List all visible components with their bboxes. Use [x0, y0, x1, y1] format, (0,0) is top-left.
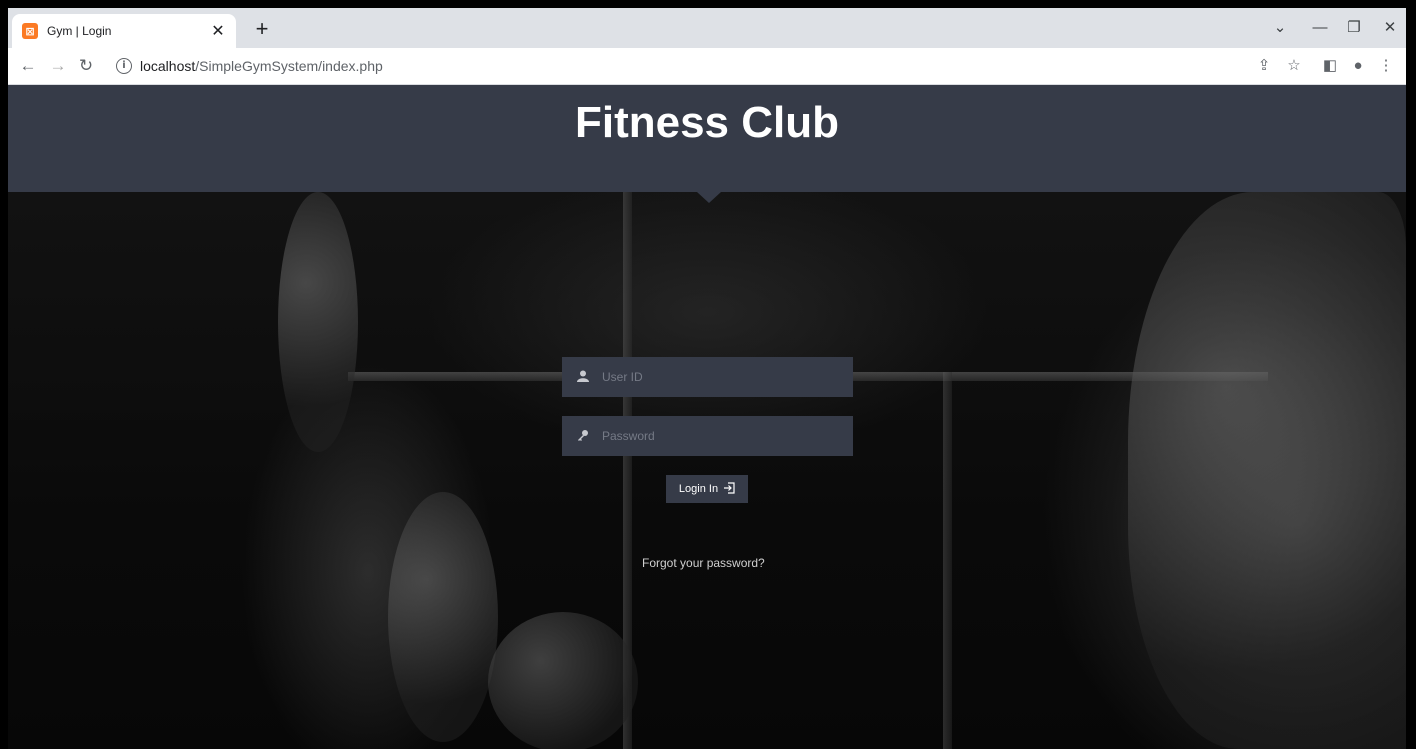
browser-toolbar: ← → ↻ i localhost/SimpleGymSystem/index.…	[8, 48, 1406, 85]
password-input[interactable]	[600, 417, 853, 455]
browser-window: ⊠ Gym | Login ✕ + ⌄ — ❐ ✕ ← → ↻ i localh…	[8, 8, 1406, 749]
login-button[interactable]: Login In	[666, 475, 748, 503]
close-tab-icon[interactable]: ✕	[208, 21, 228, 41]
site-header: Fitness Club	[8, 85, 1406, 192]
tab-search-icon[interactable]: ⌄	[1260, 14, 1300, 42]
restore-button[interactable]: ❐	[1334, 14, 1374, 42]
login-button-label: Login In	[678, 483, 719, 495]
header-notch	[697, 192, 721, 203]
tab-title: Gym | Login	[47, 24, 112, 38]
bookmark-star-icon[interactable]: ☆	[1282, 54, 1306, 78]
password-field-wrapper	[562, 416, 853, 456]
forward-icon[interactable]: →	[44, 52, 72, 80]
address-bar[interactable]: i localhost/SimpleGymSystem/index.php	[106, 52, 1248, 80]
menu-kebab-icon[interactable]: ⋮	[1374, 54, 1398, 78]
athlete-silhouette-decoration	[1128, 192, 1406, 749]
dumbbell-decoration	[488, 612, 638, 749]
login-form: Login In Forgot your password?	[562, 357, 853, 570]
xampp-icon: ⊠	[22, 23, 38, 39]
browser-tab[interactable]: ⊠ Gym | Login ✕	[12, 14, 236, 48]
back-icon[interactable]: ←	[14, 52, 42, 80]
new-tab-button[interactable]: +	[248, 16, 276, 44]
url-path: /SimpleGymSystem/index.php	[195, 58, 383, 74]
url-host: localhost	[140, 58, 196, 74]
dumbbell-decoration	[388, 492, 498, 742]
site-title: Fitness Club	[574, 97, 840, 147]
rack-post-decoration	[943, 372, 952, 749]
address-url: localhost/SimpleGymSystem/index.php	[140, 58, 383, 74]
share-icon[interactable]: ⇪	[1252, 54, 1276, 78]
user-id-field-wrapper	[562, 357, 853, 397]
user-id-input[interactable]	[600, 358, 853, 396]
user-icon	[576, 370, 590, 385]
forgot-password-link[interactable]: Forgot your password?	[642, 556, 782, 570]
tab-strip: ⊠ Gym | Login ✕ + ⌄ — ❐ ✕	[8, 8, 1406, 48]
key-icon	[576, 429, 590, 444]
gym-background-image: Login In Forgot your password?	[8, 192, 1406, 749]
dumbbell-decoration	[278, 192, 358, 452]
site-info-icon[interactable]: i	[116, 58, 132, 74]
reload-icon[interactable]: ↻	[72, 52, 100, 80]
screen-frame: ⊠ Gym | Login ✕ + ⌄ — ❐ ✕ ← → ↻ i localh…	[0, 0, 1416, 749]
side-panel-icon[interactable]: ◧	[1318, 54, 1342, 78]
page-content: Fitness Club User ID Login In Forgot you…	[8, 85, 1406, 749]
profile-avatar-icon[interactable]: ●	[1346, 54, 1370, 78]
close-window-button[interactable]: ✕	[1370, 14, 1406, 42]
sign-in-icon	[723, 481, 735, 497]
